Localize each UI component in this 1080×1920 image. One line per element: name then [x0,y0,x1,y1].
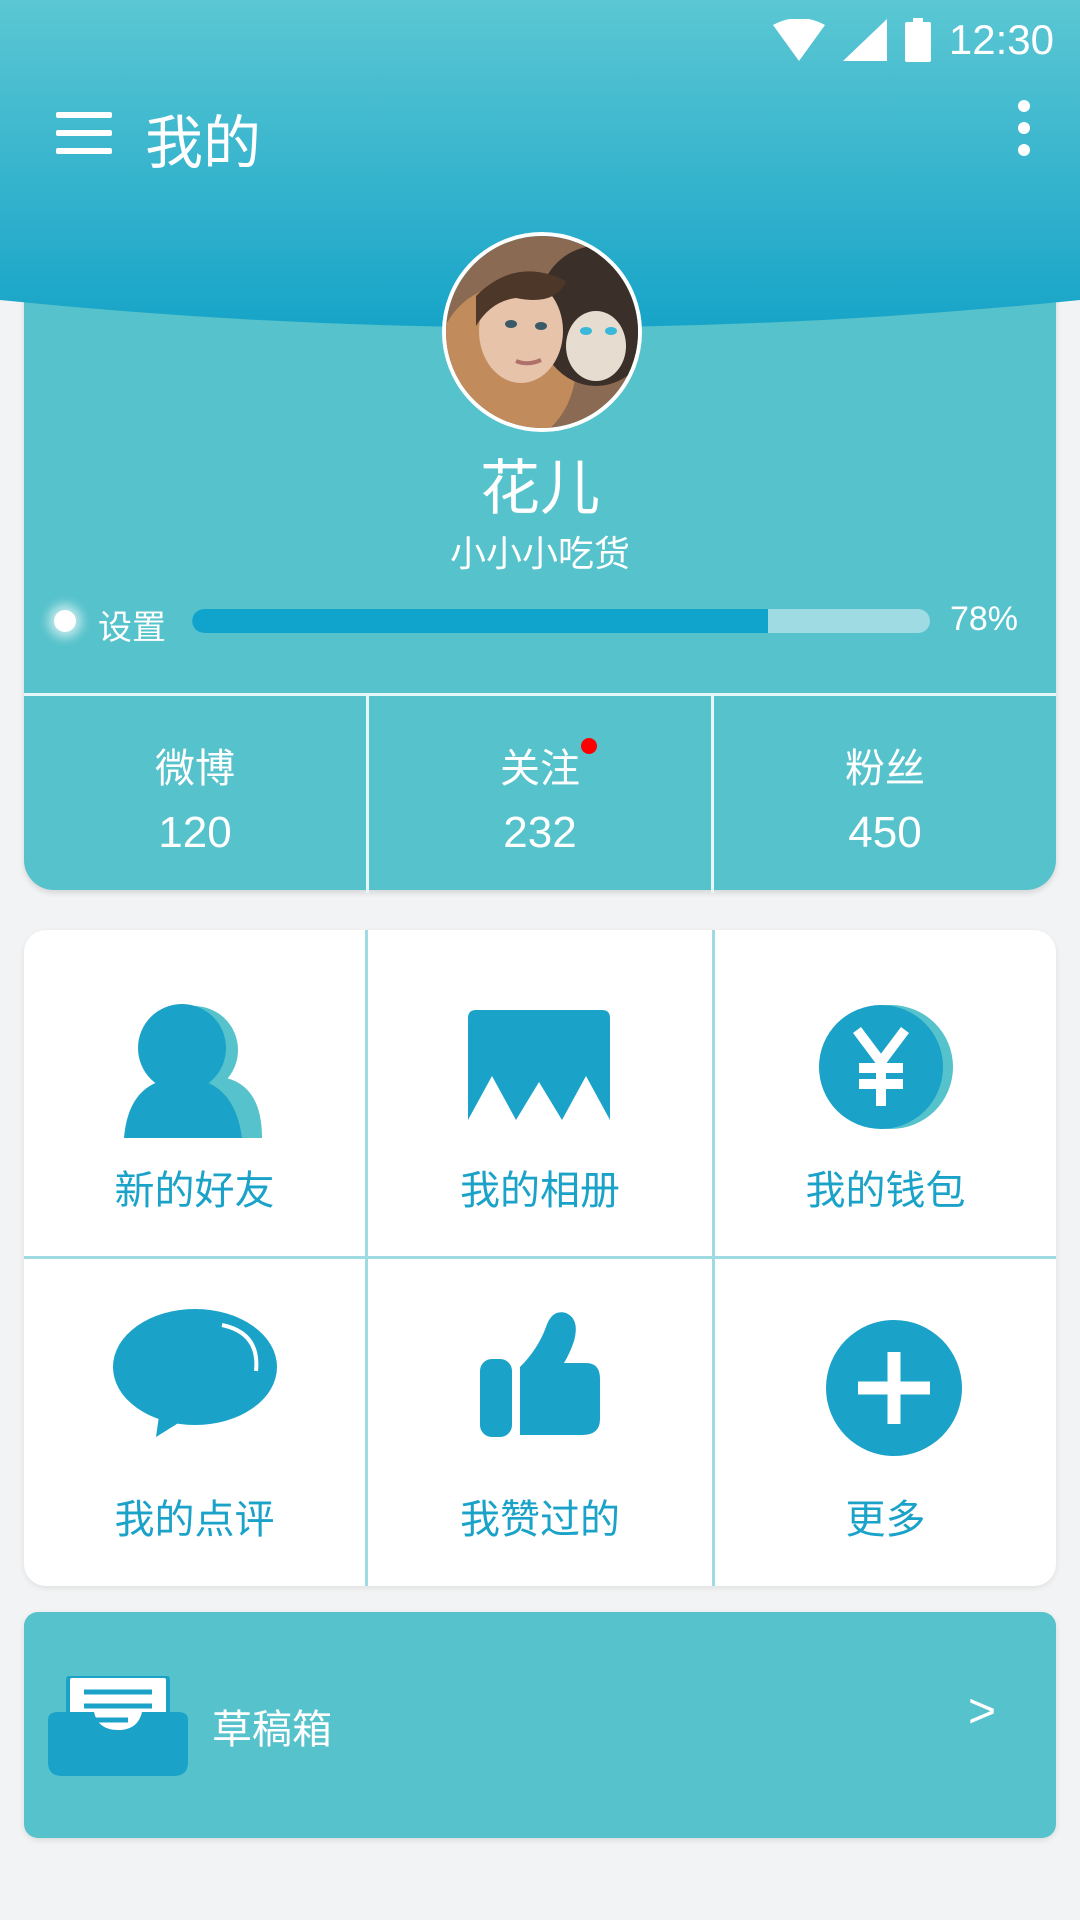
status-bar: 12:30 [772,10,1054,70]
speech-bubble-icon [113,1309,277,1437]
photo-album-icon [468,1010,610,1120]
stat-label: 微博 [155,746,235,792]
stat-value: 120 [158,808,232,857]
progress-label[interactable]: 设置 [98,600,166,649]
more-options-icon[interactable] [1012,100,1036,164]
profile-name: 花儿 [480,454,600,524]
menu-item-more[interactable]: 更多 [715,1259,1056,1585]
menu-item-liked[interactable]: 我赞过的 [368,1259,712,1585]
menu-grid: 新的好友 我的相册 我的钱包 我的点评 我赞过的 更多 [24,930,1056,1586]
thumbs-up-icon [480,1312,600,1437]
page-title: 我的 [145,109,262,177]
drafts-label: 草稿箱 [212,1707,332,1753]
app-bar: 我的 [0,88,1080,180]
stat-following[interactable]: 关注 232 [366,696,711,893]
menu-item-new-friends[interactable]: 新的好友 [24,930,365,1256]
stat-label: 关注 [500,746,580,792]
stat-value: 232 [503,808,577,857]
status-time: 12:30 [948,16,1054,63]
avatar-photo [446,236,638,428]
profile-bio: 小小小吃货 [449,534,630,575]
profile-stats: 微博 120 关注 232 粉丝 450 [24,693,1056,893]
menu-item-wallet[interactable]: 我的钱包 [715,930,1056,1256]
battery-icon [904,18,931,62]
wifi-icon [772,19,825,61]
wallet-yen-icon [819,1005,953,1129]
progress-dot-icon [54,610,76,632]
menu-item-album[interactable]: 我的相册 [368,930,712,1256]
menu-item-label: 新的好友 [114,1168,275,1214]
menu-item-label: 更多 [845,1497,926,1543]
drafts-box-icon [48,1676,188,1776]
stat-followers[interactable]: 粉丝 450 [711,696,1056,893]
progress-track [192,609,930,633]
menu-item-label: 我的钱包 [805,1168,966,1214]
person-icon [124,1004,262,1138]
profile-progress: 设置 78% [50,600,1040,648]
cellular-signal-icon [842,19,887,61]
menu-item-reviews[interactable]: 我的点评 [24,1259,365,1585]
stat-label: 粉丝 [845,746,925,792]
plus-circle-icon [826,1320,962,1456]
menu-item-label: 我的相册 [460,1168,620,1214]
menu-item-label: 我的点评 [114,1497,275,1543]
avatar[interactable] [442,232,642,432]
hamburger-menu-icon[interactable] [56,112,112,154]
menu-item-label: 我赞过的 [460,1497,620,1543]
stat-weibo[interactable]: 微博 120 [24,696,366,893]
notification-dot [581,738,597,754]
progress-percent: 78% [949,600,1018,638]
chevron-right-icon: > [967,1685,996,1738]
drafts-row[interactable]: 草稿箱 > [24,1612,1056,1838]
stat-value: 450 [848,808,922,857]
progress-fill [192,609,768,633]
